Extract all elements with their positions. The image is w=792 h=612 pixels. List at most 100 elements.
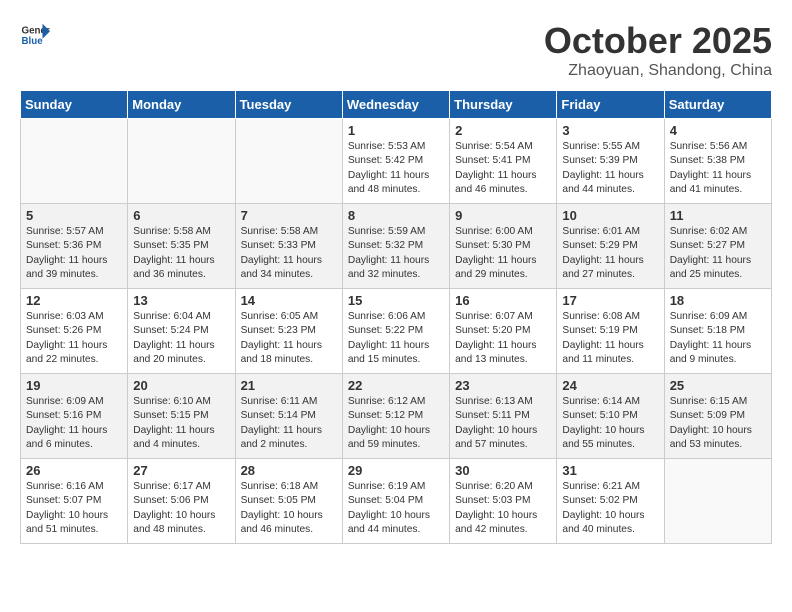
weekday-header-wednesday: Wednesday xyxy=(342,91,449,119)
cell-text: Sunrise: 6:19 AM Sunset: 5:04 PM Dayligh… xyxy=(348,480,444,537)
calendar-cell xyxy=(128,119,235,204)
calendar-cell: 18 Sunrise: 6:09 AM Sunset: 5:18 PM Dayli… xyxy=(664,289,771,374)
weekday-header-monday: Monday xyxy=(128,91,235,119)
day-number: 25 xyxy=(670,378,766,393)
day-number: 21 xyxy=(241,378,337,393)
cell-text: Sunrise: 6:05 AM Sunset: 5:23 PM Dayligh… xyxy=(241,310,337,367)
calendar-cell: 24Sunrise: 6:14 AM Sunset: 5:10 PM Dayli… xyxy=(557,374,664,459)
cell-text: Sunrise: 6:14 AM Sunset: 5:10 PM Dayligh… xyxy=(562,395,658,452)
cell-text: Sunrise: 6:17 AM Sunset: 5:06 PM Dayligh… xyxy=(133,480,229,537)
calendar-week-row: 12Sunrise: 6:03 AM Sunset: 5:26 PM Dayli… xyxy=(21,289,772,374)
day-number: 30 xyxy=(455,463,551,478)
calendar-cell: 20Sunrise: 6:10 AM Sunset: 5:15 PM Dayli… xyxy=(128,374,235,459)
cell-text: Sunrise: 6:01 AM Sunset: 5:29 PM Dayligh… xyxy=(562,225,658,282)
cell-text: Sunrise: 6:02 AM Sunset: 5:27 PM Dayligh… xyxy=(670,225,766,282)
day-number: 19 xyxy=(26,378,122,393)
calendar-cell: 27 Sunrise: 6:17 AM Sunset: 5:06 PM Dayli… xyxy=(128,459,235,544)
cell-text: Sunrise: 6:09 AM Sunset: 5:18 PM Dayligh… xyxy=(670,310,766,367)
cell-text: Sunrise: 6:21 AM Sunset: 5:02 PM Dayligh… xyxy=(562,480,658,537)
calendar-cell: 14 Sunrise: 6:05 AM Sunset: 5:23 PM Dayli… xyxy=(235,289,342,374)
calendar-cell: 19Sunrise: 6:09 AM Sunset: 5:16 PM Dayli… xyxy=(21,374,128,459)
weekday-header-thursday: Thursday xyxy=(450,91,557,119)
logo: General Blue xyxy=(20,20,50,50)
cell-text: Sunrise: 6:16 AM Sunset: 5:07 PM Dayligh… xyxy=(26,480,122,537)
calendar-cell xyxy=(664,459,771,544)
calendar-table: SundayMondayTuesdayWednesdayThursdayFrid… xyxy=(20,90,772,544)
calendar-cell: 22 Sunrise: 6:12 AM Sunset: 5:12 PM Dayli… xyxy=(342,374,449,459)
calendar-cell: 4Sunrise: 5:56 AM Sunset: 5:38 PM Daylig… xyxy=(664,119,771,204)
day-number: 28 xyxy=(241,463,337,478)
cell-text: Sunrise: 5:53 AM Sunset: 5:42 PM Dayligh… xyxy=(348,140,444,197)
calendar-cell: 12Sunrise: 6:03 AM Sunset: 5:26 PM Dayli… xyxy=(21,289,128,374)
calendar-cell: 8Sunrise: 5:59 AM Sunset: 5:32 PM Daylig… xyxy=(342,204,449,289)
calendar-cell: 31 Sunrise: 6:21 AM Sunset: 5:02 PM Dayli… xyxy=(557,459,664,544)
day-number: 18 xyxy=(670,293,766,308)
cell-text: Sunrise: 5:58 AM Sunset: 5:35 PM Dayligh… xyxy=(133,225,229,282)
day-number: 9 xyxy=(455,208,551,223)
cell-text: Sunrise: 6:04 AM Sunset: 5:24 PM Dayligh… xyxy=(133,310,229,367)
cell-text: Sunrise: 5:55 AM Sunset: 5:39 PM Dayligh… xyxy=(562,140,658,197)
cell-text: Sunrise: 6:07 AM Sunset: 5:20 PM Dayligh… xyxy=(455,310,551,367)
location-title: Zhaoyuan, Shandong, China xyxy=(544,62,772,80)
page-header: General Blue October 2025 Zhaoyuan, Shan… xyxy=(20,20,772,80)
cell-text: Sunrise: 6:06 AM Sunset: 5:22 PM Dayligh… xyxy=(348,310,444,367)
calendar-cell: 6 Sunrise: 5:58 AM Sunset: 5:35 PM Daylig… xyxy=(128,204,235,289)
weekday-header-row: SundayMondayTuesdayWednesdayThursdayFrid… xyxy=(21,91,772,119)
day-number: 31 xyxy=(562,463,658,478)
cell-text: Sunrise: 6:13 AM Sunset: 5:11 PM Dayligh… xyxy=(455,395,551,452)
calendar-week-row: 1 Sunrise: 5:53 AM Sunset: 5:42 PM Daylig… xyxy=(21,119,772,204)
calendar-cell xyxy=(235,119,342,204)
cell-text: Sunrise: 6:11 AM Sunset: 5:14 PM Dayligh… xyxy=(241,395,337,452)
calendar-cell: 15 Sunrise: 6:06 AM Sunset: 5:22 PM Dayli… xyxy=(342,289,449,374)
day-number: 14 xyxy=(241,293,337,308)
cell-text: Sunrise: 6:08 AM Sunset: 5:19 PM Dayligh… xyxy=(562,310,658,367)
day-number: 5 xyxy=(26,208,122,223)
day-number: 13 xyxy=(133,293,229,308)
day-number: 4 xyxy=(670,123,766,138)
day-number: 6 xyxy=(133,208,229,223)
day-number: 2 xyxy=(455,123,551,138)
calendar-cell: 2 Sunrise: 5:54 AM Sunset: 5:41 PM Daylig… xyxy=(450,119,557,204)
calendar-week-row: 5 Sunrise: 5:57 AM Sunset: 5:36 PM Daylig… xyxy=(21,204,772,289)
cell-text: Sunrise: 6:12 AM Sunset: 5:12 PM Dayligh… xyxy=(348,395,444,452)
calendar-cell: 16 Sunrise: 6:07 AM Sunset: 5:20 PM Dayli… xyxy=(450,289,557,374)
cell-text: Sunrise: 6:10 AM Sunset: 5:15 PM Dayligh… xyxy=(133,395,229,452)
calendar-cell: 29Sunrise: 6:19 AM Sunset: 5:04 PM Dayli… xyxy=(342,459,449,544)
day-number: 16 xyxy=(455,293,551,308)
day-number: 3 xyxy=(562,123,658,138)
calendar-week-row: 26 Sunrise: 6:16 AM Sunset: 5:07 PM Dayli… xyxy=(21,459,772,544)
weekday-header-tuesday: Tuesday xyxy=(235,91,342,119)
cell-text: Sunrise: 6:15 AM Sunset: 5:09 PM Dayligh… xyxy=(670,395,766,452)
day-number: 22 xyxy=(348,378,444,393)
weekday-header-saturday: Saturday xyxy=(664,91,771,119)
cell-text: Sunrise: 5:54 AM Sunset: 5:41 PM Dayligh… xyxy=(455,140,551,197)
day-number: 11 xyxy=(670,208,766,223)
day-number: 1 xyxy=(348,123,444,138)
day-number: 10 xyxy=(562,208,658,223)
weekday-header-sunday: Sunday xyxy=(21,91,128,119)
calendar-cell: 13 Sunrise: 6:04 AM Sunset: 5:24 PM Dayli… xyxy=(128,289,235,374)
cell-text: Sunrise: 5:57 AM Sunset: 5:36 PM Dayligh… xyxy=(26,225,122,282)
calendar-cell: 3 Sunrise: 5:55 AM Sunset: 5:39 PM Daylig… xyxy=(557,119,664,204)
calendar-cell: 28Sunrise: 6:18 AM Sunset: 5:05 PM Dayli… xyxy=(235,459,342,544)
calendar-cell: 21 Sunrise: 6:11 AM Sunset: 5:14 PM Dayli… xyxy=(235,374,342,459)
cell-text: Sunrise: 6:20 AM Sunset: 5:03 PM Dayligh… xyxy=(455,480,551,537)
day-number: 15 xyxy=(348,293,444,308)
calendar-cell: 7Sunrise: 5:58 AM Sunset: 5:33 PM Daylig… xyxy=(235,204,342,289)
calendar-cell xyxy=(21,119,128,204)
weekday-header-friday: Friday xyxy=(557,91,664,119)
calendar-cell: 26 Sunrise: 6:16 AM Sunset: 5:07 PM Dayli… xyxy=(21,459,128,544)
day-number: 27 xyxy=(133,463,229,478)
calendar-cell: 30 Sunrise: 6:20 AM Sunset: 5:03 PM Dayli… xyxy=(450,459,557,544)
day-number: 7 xyxy=(241,208,337,223)
logo-icon: General Blue xyxy=(20,20,50,50)
calendar-cell: 23 Sunrise: 6:13 AM Sunset: 5:11 PM Dayli… xyxy=(450,374,557,459)
calendar-cell: 17Sunrise: 6:08 AM Sunset: 5:19 PM Dayli… xyxy=(557,289,664,374)
day-number: 26 xyxy=(26,463,122,478)
title-section: October 2025 Zhaoyuan, Shandong, China xyxy=(544,20,772,80)
day-number: 23 xyxy=(455,378,551,393)
calendar-cell: 10 Sunrise: 6:01 AM Sunset: 5:29 PM Dayli… xyxy=(557,204,664,289)
cell-text: Sunrise: 5:59 AM Sunset: 5:32 PM Dayligh… xyxy=(348,225,444,282)
calendar-cell: 11 Sunrise: 6:02 AM Sunset: 5:27 PM Dayli… xyxy=(664,204,771,289)
cell-text: Sunrise: 6:00 AM Sunset: 5:30 PM Dayligh… xyxy=(455,225,551,282)
